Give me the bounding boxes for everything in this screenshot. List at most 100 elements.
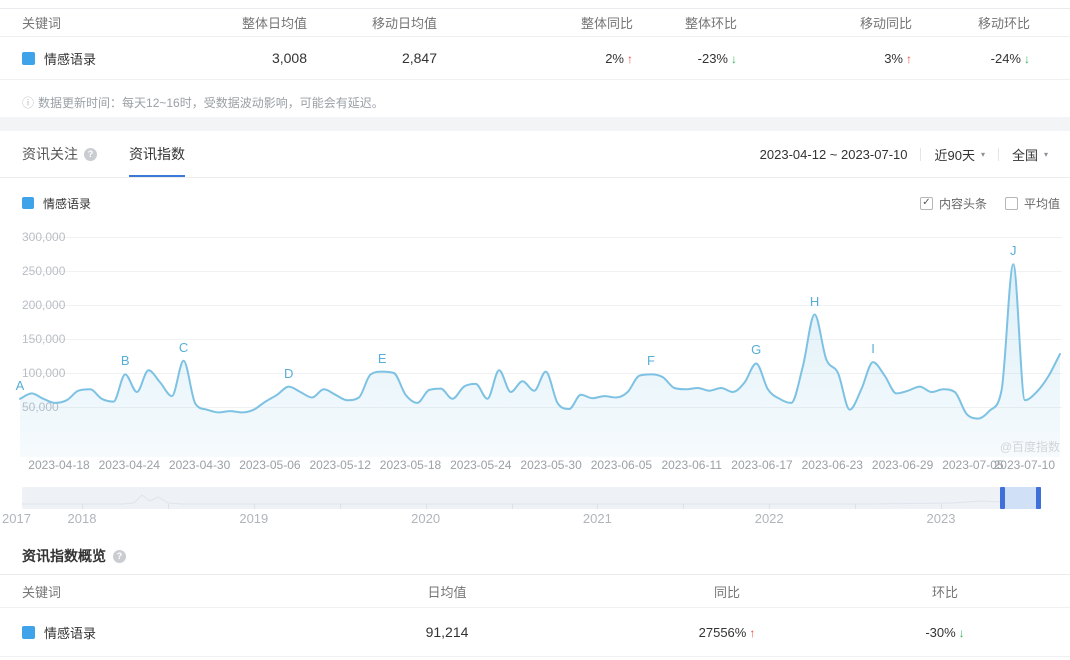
timeline-tick xyxy=(1026,504,1028,509)
timeline-tick xyxy=(941,504,942,509)
col-overall-mom: 整体环比 xyxy=(684,16,737,31)
checkbox-label: 平均值 xyxy=(1023,196,1060,211)
timeline-year-2019: 2019 xyxy=(239,511,269,526)
time-range-dropdown[interactable]: 近90天 ▾ xyxy=(934,145,984,164)
chevron-down-icon: ▾ xyxy=(1043,149,1048,159)
peak-label-j: J xyxy=(1010,243,1017,259)
x-axis-label: 2023-04-24 xyxy=(98,458,160,472)
timeline-tick xyxy=(167,504,169,509)
date-range-display[interactable]: 2023-04-12 ~ 2023-07-10 xyxy=(760,147,908,162)
baidu-index-page: 关键词 整体日均值 移动日均值 整体同比 整体环比 移动同比 移动环比 情感语录… xyxy=(0,0,1070,660)
overall-daily-avg-value: 3,008 xyxy=(271,50,307,66)
divider xyxy=(997,147,999,161)
timeline-tick xyxy=(425,504,427,509)
x-axis-label: 2023-04-30 xyxy=(168,458,231,472)
region-value: 全国 xyxy=(1011,147,1038,163)
timeline-year-2022: 2022 xyxy=(754,511,784,526)
x-axis-label: 2023-05-30 xyxy=(520,458,582,472)
table-row: 情感语录 3,008 2,847 2% ↑ -23% ↓ 3% ↑ -24% ↓ xyxy=(0,37,1070,80)
timeline-tick xyxy=(683,504,685,509)
yoy-value: 27556% ↑ xyxy=(698,624,756,640)
overview-title-text: 资讯指数概览 xyxy=(22,548,106,564)
overall-yoy-value: 2% ↑ xyxy=(605,50,633,66)
timeline-sparkline xyxy=(22,492,1042,505)
col-mobile-daily-avg: 移动日均值 xyxy=(371,16,437,31)
chart-tabs-bar: 资讯关注 ? 资讯指数 2023-04-12 ~ 2023-07-10 近90天… xyxy=(0,131,1070,178)
peak-label-h: H xyxy=(809,293,820,309)
peak-label-e: E xyxy=(377,350,387,366)
series-legend-label: 情感语录 xyxy=(43,196,92,211)
chevron-down-icon: ▾ xyxy=(980,149,985,159)
x-axis-label: 2023-05-18 xyxy=(379,458,442,472)
time-range-value: 近90天 xyxy=(934,147,975,163)
timeline-year-2021: 2021 xyxy=(582,511,612,526)
peak-label-b: B xyxy=(120,353,130,369)
col-keyword: 关键词 xyxy=(22,16,62,31)
col-yoy: 同比 xyxy=(713,584,740,600)
timeline-year-labels: 2017 2018 2019 2020 2021 2022 2023 xyxy=(0,511,1070,527)
overall-mom-value: -23% ↓ xyxy=(697,50,737,66)
x-axis-label: 2023-07-10 xyxy=(993,458,1055,472)
x-axis-label: 2023-05-12 xyxy=(309,458,371,472)
trend-chart-canvas[interactable] xyxy=(0,225,1070,457)
timeline-slider[interactable] xyxy=(22,487,1042,509)
tab-news-attention[interactable]: 资讯关注 ? xyxy=(22,131,97,177)
tab-news-index[interactable]: 资讯指数 xyxy=(129,131,185,177)
help-icon[interactable]: ? xyxy=(113,549,126,563)
x-axis-label: 2023-05-06 xyxy=(239,458,301,472)
trend-arrow-icon: ↓ xyxy=(958,625,965,640)
table-header: 关键词 整体日均值 移动日均值 整体同比 整体环比 移动同比 移动环比 xyxy=(0,9,1070,37)
checkbox-average-value[interactable]: 平均值 xyxy=(1004,195,1060,212)
mobile-mom-value: -24% ↓ xyxy=(990,50,1030,66)
table-row: 情感语录 91,214 27556% ↑ -30% ↓ xyxy=(0,608,1070,657)
timeline-tick xyxy=(511,504,513,509)
timeline-tick xyxy=(339,504,341,509)
timeline-year-2017: 2017 xyxy=(2,511,31,526)
col-mobile-yoy: 移动同比 xyxy=(859,16,912,31)
region-dropdown[interactable]: 全国 ▾ xyxy=(1012,145,1048,164)
x-axis-label: 2023-06-29 xyxy=(871,458,934,472)
timeline-tick xyxy=(253,504,255,509)
chart-controls: 2023-04-12 ~ 2023-07-10 近90天 ▾ 全国 ▾ xyxy=(760,145,1048,164)
timeline-year-2020: 2020 xyxy=(411,511,441,526)
data-update-note: ⓘ 数据更新时间：每天12~16时，受数据波动影响，可能会有延迟。 xyxy=(22,96,384,110)
peak-label-a: A xyxy=(15,377,25,393)
overview-title: 资讯指数概览 ? xyxy=(22,546,126,566)
watermark: @百度指数 xyxy=(999,440,1060,454)
divider xyxy=(920,147,922,161)
keyword-metrics-table: 关键词 整体日均值 移动日均值 整体同比 整体环比 移动同比 移动环比 情感语录… xyxy=(0,8,1070,80)
keyword-cell[interactable]: 情感语录 xyxy=(22,623,282,642)
overview-table: 关键词 日均值 同比 环比 情感语录 91,214 27556% ↑ -30% ↓ xyxy=(0,574,1070,657)
series-color-swatch xyxy=(22,197,34,209)
series-legend-item[interactable]: 情感语录 xyxy=(22,195,91,212)
keyword-label: 情感语录 xyxy=(44,625,97,641)
mobile-yoy-value: 3% ↑ xyxy=(884,50,912,66)
trend-chart: 50,000100,000150,000200,000250,000300,00… xyxy=(0,225,1070,480)
slider-handle-left[interactable] xyxy=(1000,487,1005,509)
x-axis-label: 2023-05-24 xyxy=(450,458,512,472)
peak-label-f: F xyxy=(647,353,655,369)
mobile-daily-avg-value: 2,847 xyxy=(401,50,437,66)
timeline-tick xyxy=(82,504,83,509)
tab-label: 资讯关注 xyxy=(22,146,78,162)
mom-value: -30% ↓ xyxy=(925,624,965,640)
checkbox-icon xyxy=(1004,196,1018,210)
chart-options: ✓ 内容头条 平均值 xyxy=(919,195,1060,212)
peak-label-i: I xyxy=(871,341,875,357)
timeline-year-2018: 2018 xyxy=(67,511,97,526)
daily-avg-value: 91,214 xyxy=(425,624,469,640)
timeline-tick xyxy=(855,504,857,509)
slider-handle-right[interactable] xyxy=(1036,487,1041,509)
trend-arrow-icon: ↓ xyxy=(1024,51,1030,66)
col-daily-avg: 日均值 xyxy=(427,584,467,600)
series-color-swatch xyxy=(22,51,35,65)
table-header: 关键词 日均值 同比 环比 xyxy=(0,575,1070,608)
series-area xyxy=(20,264,1060,457)
peak-label-d: D xyxy=(284,365,294,381)
col-mobile-mom: 移动环比 xyxy=(977,16,1030,31)
checkbox-content-headlines[interactable]: ✓ 内容头条 xyxy=(919,195,987,212)
timeline-tick xyxy=(597,504,599,509)
help-icon[interactable]: ? xyxy=(84,147,97,161)
col-mom: 环比 xyxy=(931,584,958,600)
keyword-cell[interactable]: 情感语录 xyxy=(22,49,222,68)
